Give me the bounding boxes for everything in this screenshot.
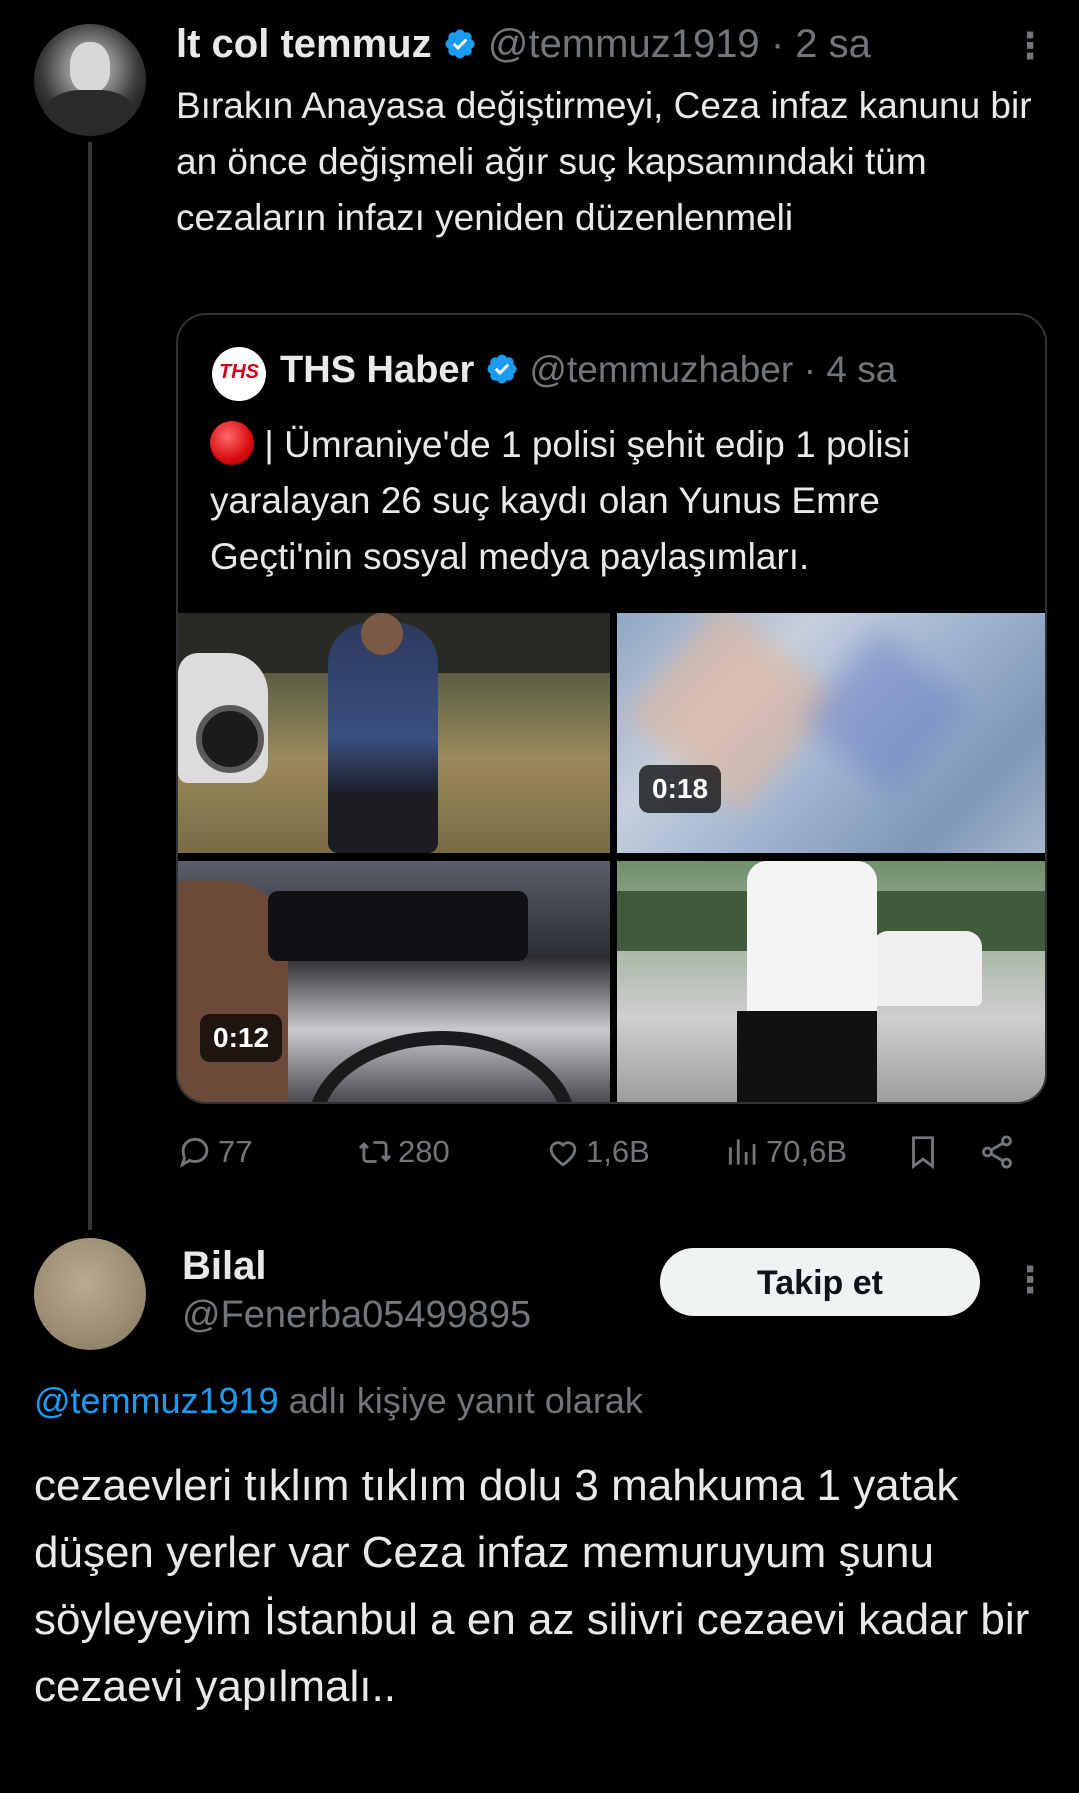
views-button[interactable]: 70,6B	[724, 1130, 847, 1174]
reply-author-name[interactable]: Bilal	[182, 1244, 266, 1289]
quoted-tweet-header: THS Haber @temmuzhaber · 4 sa	[280, 349, 896, 392]
reply-author-avatar[interactable]	[34, 1238, 146, 1350]
media-person-head	[361, 613, 403, 655]
tweet-time[interactable]: · 2 sa	[771, 22, 871, 66]
share-button[interactable]	[978, 1130, 1020, 1174]
more-options-icon[interactable]: ⋮	[1012, 28, 1048, 64]
reply-tweet-text: cezaevleri tıklım tıklım dolu 3 mahkuma …	[34, 1461, 1030, 1711]
replying-to-line: @temmuz1919 adlı kişiye yanıt olarak	[34, 1380, 643, 1422]
reply-more-options-icon[interactable]: ⋮	[1012, 1262, 1048, 1298]
media-image-4[interactable]	[617, 861, 1045, 1102]
media-blurred-shape-2	[802, 628, 972, 798]
quoted-tweet[interactable]: THS THS Haber @temmuzhaber · 4 sa | Ümra…	[176, 313, 1047, 1104]
tweet-action-bar: 77 280 1,6B 70,6B	[176, 1130, 1036, 1174]
media-black-shorts	[737, 1011, 877, 1102]
quoted-tweet-body: | Ümraniye'de 1 polisi şehit edip 1 poli…	[210, 417, 1010, 585]
follow-button[interactable]: Takip et	[660, 1248, 980, 1316]
media-car-wheel	[196, 705, 264, 773]
media-parked-car	[872, 931, 982, 1006]
media-video-2[interactable]: 0:18	[617, 613, 1045, 853]
red-circle-emoji-icon	[210, 421, 254, 465]
reply-to-label: adlı kişiye yanıt olarak	[278, 1380, 643, 1421]
reply-count: 77	[218, 1134, 253, 1169]
author-avatar[interactable]	[34, 24, 146, 136]
ths-logo-text: THS	[219, 361, 259, 383]
media-duration-2: 0:18	[639, 765, 722, 813]
bookmark-icon	[912, 1136, 934, 1170]
repost-icon	[358, 1141, 392, 1163]
quoted-tweet-text: | Ümraniye'de 1 polisi şehit edip 1 poli…	[210, 424, 911, 577]
views-bar-chart-icon	[728, 1139, 756, 1165]
quoted-author-handle[interactable]: @temmuzhaber	[529, 349, 793, 390]
media-steering-wheel	[308, 1031, 576, 1102]
like-count: 1,6B	[586, 1134, 650, 1169]
repost-count: 280	[398, 1134, 450, 1169]
quoted-tweet-time[interactable]: · 4 sa	[804, 349, 897, 390]
reply-icon	[179, 1137, 209, 1168]
reply-button[interactable]: 77	[176, 1130, 252, 1174]
verified-badge-icon	[487, 354, 517, 384]
share-icon	[982, 1135, 1012, 1169]
reply-to-mention-link[interactable]: @temmuz1919	[34, 1380, 279, 1421]
quoted-author-name[interactable]: THS Haber	[280, 349, 474, 391]
author-handle[interactable]: @temmuz1919	[488, 22, 760, 66]
tweet-text: Bırakın Anayasa değiştirmeyi, Ceza infaz…	[176, 85, 1032, 238]
media-duration-3: 0:12	[200, 1014, 283, 1062]
media-rear-mirror	[268, 891, 528, 961]
media-white-tshirt	[747, 861, 877, 1011]
heart-icon	[549, 1141, 577, 1167]
repost-button[interactable]: 280	[356, 1130, 450, 1174]
avatar-uniform	[44, 90, 136, 136]
author-name[interactable]: lt col temmuz	[176, 22, 432, 66]
views-count: 70,6B	[766, 1134, 848, 1169]
ths-logo-avatar[interactable]: THS	[212, 347, 266, 401]
avatar-face	[70, 42, 110, 92]
like-button[interactable]: 1,6B	[544, 1130, 650, 1174]
media-image-1[interactable]	[178, 613, 610, 853]
media-person-figure	[328, 623, 438, 853]
thread-connector-line	[88, 142, 92, 1230]
verified-badge-icon	[445, 29, 475, 59]
bookmark-button[interactable]	[904, 1130, 946, 1174]
tweet-header: lt col temmuz @temmuz1919 · 2 sa	[176, 22, 871, 67]
reply-author-handle[interactable]: @Fenerba05499895	[182, 1294, 531, 1337]
media-video-3[interactable]: 0:12	[178, 861, 610, 1102]
